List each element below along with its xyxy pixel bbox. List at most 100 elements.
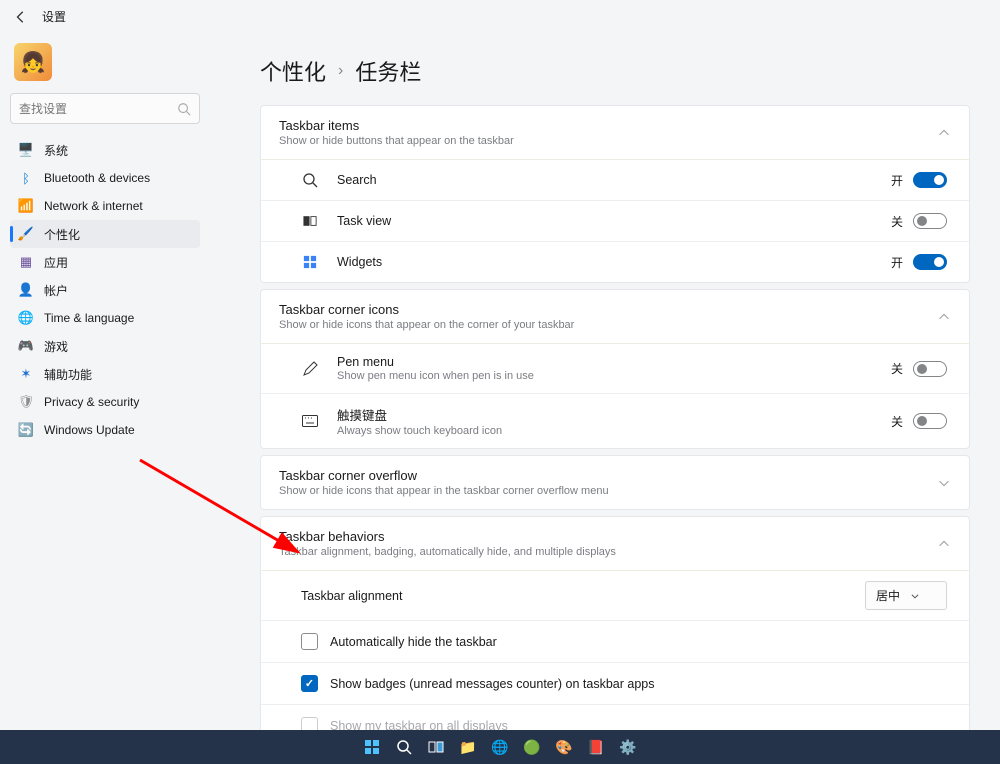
nav-label: Network & internet — [44, 199, 143, 213]
nav-icon: 🖌️ — [18, 226, 34, 242]
sidebar-item-10[interactable]: 🔄Windows Update — [10, 416, 200, 444]
nav-icon: 👤 — [18, 282, 34, 298]
start-button[interactable] — [361, 736, 383, 758]
row-label: Pen menu — [337, 355, 873, 369]
alignment-select[interactable]: 居中 — [865, 581, 947, 610]
chevron-down-icon — [910, 591, 920, 601]
autohide-label: Automatically hide the taskbar — [330, 635, 497, 649]
taskview-icon[interactable] — [425, 736, 447, 758]
explorer-icon[interactable]: 📁 — [457, 736, 479, 758]
breadcrumb-current: 任务栏 — [355, 55, 421, 87]
user-avatar[interactable]: 👧 — [14, 43, 52, 81]
nav-label: 帐户 — [44, 282, 68, 299]
breadcrumb-parent[interactable]: 个性化 — [260, 55, 326, 87]
keyboard-icon — [301, 412, 319, 430]
nav-icon: 🛡 — [18, 394, 34, 410]
row-label: 触摸键盘 — [337, 405, 873, 424]
section-behaviors: Taskbar behaviors Taskbar alignment, bad… — [260, 516, 970, 731]
sidebar: 👧 🖥️ 系统 ᛒ Bluetooth & devices 📶 Network & int… — [0, 33, 210, 731]
nav-icon: 🎮 — [18, 338, 34, 354]
edge-icon[interactable]: 🌐 — [489, 736, 511, 758]
nav-icon: 🌐 — [18, 310, 34, 326]
toggle-row: 触摸键盘Always show touch keyboard icon关 — [261, 393, 969, 448]
badges-row[interactable]: Show badges (unread messages counter) on… — [261, 662, 969, 704]
back-button[interactable] — [14, 10, 28, 24]
widgets-icon — [301, 253, 319, 271]
autohide-row[interactable]: Automatically hide the taskbar — [261, 620, 969, 662]
toggle-row: Search 开 — [261, 160, 969, 200]
chevron-right-icon: › — [338, 62, 343, 80]
taskbar-alignment-row: Taskbar alignment 居中 — [261, 571, 969, 620]
search-input[interactable] — [19, 102, 177, 116]
badges-label: Show badges (unread messages counter) on… — [330, 677, 655, 691]
taskbar-search-icon[interactable] — [393, 736, 415, 758]
nav-icon: ✶ — [18, 366, 34, 382]
section-header-behaviors[interactable]: Taskbar behaviors Taskbar alignment, bad… — [261, 517, 969, 570]
sidebar-item-1[interactable]: ᛒ Bluetooth & devices — [10, 164, 200, 192]
nav-label: Time & language — [44, 311, 134, 325]
section-title: Taskbar corner icons — [279, 302, 951, 317]
nav-icon: 📶 — [18, 198, 34, 214]
nav-label: 辅助功能 — [44, 366, 92, 383]
alignment-label: Taskbar alignment — [301, 589, 865, 603]
chrome-icon[interactable]: 🟢 — [521, 736, 543, 758]
row-label: Widgets — [337, 255, 873, 269]
toggle-switch[interactable] — [913, 172, 947, 188]
sidebar-item-0[interactable]: 🖥️ 系统 — [10, 136, 200, 164]
search-icon — [177, 102, 191, 116]
sidebar-item-7[interactable]: 🎮 游戏 — [10, 332, 200, 360]
nav-label: 应用 — [44, 254, 68, 271]
all-displays-row: Show my taskbar on all displays — [261, 704, 969, 731]
search-input-wrapper[interactable] — [10, 93, 200, 124]
breadcrumb: 个性化 › 任务栏 — [260, 55, 970, 87]
section-subtitle: Taskbar alignment, badging, automaticall… — [279, 546, 951, 558]
nav-icon: ᛒ — [18, 170, 34, 186]
sidebar-item-2[interactable]: 📶 Network & internet — [10, 192, 200, 220]
search-icon — [301, 171, 319, 189]
window-title: 设置 — [42, 8, 66, 25]
autohide-checkbox[interactable] — [301, 633, 318, 650]
section-title: Taskbar corner overflow — [279, 468, 951, 483]
sidebar-item-8[interactable]: ✶ 辅助功能 — [10, 360, 200, 388]
row-label: Search — [337, 173, 873, 187]
toggle-state: 开 — [891, 172, 903, 189]
toggle-switch[interactable] — [913, 413, 947, 429]
section-overflow[interactable]: Taskbar corner overflow Show or hide ico… — [260, 455, 970, 510]
nav-label: 个性化 — [44, 226, 80, 243]
windows-taskbar: 📁 🌐 🟢 🎨 📕 ⚙️ — [0, 730, 1000, 764]
chevron-up-icon — [937, 537, 951, 551]
all-displays-checkbox — [301, 717, 318, 731]
settings-icon[interactable]: ⚙️ — [617, 736, 639, 758]
toggle-switch[interactable] — [913, 213, 947, 229]
toggle-switch[interactable] — [913, 254, 947, 270]
paint-icon[interactable]: 🎨 — [553, 736, 575, 758]
section-corner-icons: Taskbar corner icons Show or hide icons … — [260, 289, 970, 449]
nav-icon: 🖥️ — [18, 142, 34, 158]
section-header-items[interactable]: Taskbar items Show or hide buttons that … — [261, 106, 969, 159]
chevron-up-icon — [937, 126, 951, 140]
app-icon[interactable]: 📕 — [585, 736, 607, 758]
toggle-row: Task view关 — [261, 200, 969, 241]
badges-checkbox[interactable] — [301, 675, 318, 692]
sidebar-item-3[interactable]: 🖌️ 个性化 — [10, 220, 200, 248]
nav-label: Windows Update — [44, 423, 135, 437]
section-header-corner[interactable]: Taskbar corner icons Show or hide icons … — [261, 290, 969, 343]
section-subtitle: Show or hide buttons that appear on the … — [279, 135, 951, 147]
toggle-row: Pen menuShow pen menu icon when pen is i… — [261, 344, 969, 393]
section-title: Taskbar behaviors — [279, 529, 951, 544]
main-content: 个性化 › 任务栏 Taskbar items Show or hide but… — [210, 33, 1000, 731]
nav-label: Bluetooth & devices — [44, 171, 150, 185]
toggle-state: 开 — [891, 254, 903, 271]
toggle-state: 关 — [891, 413, 903, 430]
toggle-switch[interactable] — [913, 361, 947, 377]
taskview-icon — [301, 212, 319, 230]
sidebar-item-6[interactable]: 🌐 Time & language — [10, 304, 200, 332]
chevron-up-icon — [937, 310, 951, 324]
sidebar-item-4[interactable]: ▦应用 — [10, 248, 200, 276]
nav-label: 系统 — [44, 142, 68, 159]
sidebar-item-9[interactable]: 🛡Privacy & security — [10, 388, 200, 416]
toggle-row: Widgets 开 — [261, 241, 969, 282]
nav-label: 游戏 — [44, 338, 68, 355]
toggle-state: 关 — [891, 213, 903, 230]
sidebar-item-5[interactable]: 👤 帐户 — [10, 276, 200, 304]
